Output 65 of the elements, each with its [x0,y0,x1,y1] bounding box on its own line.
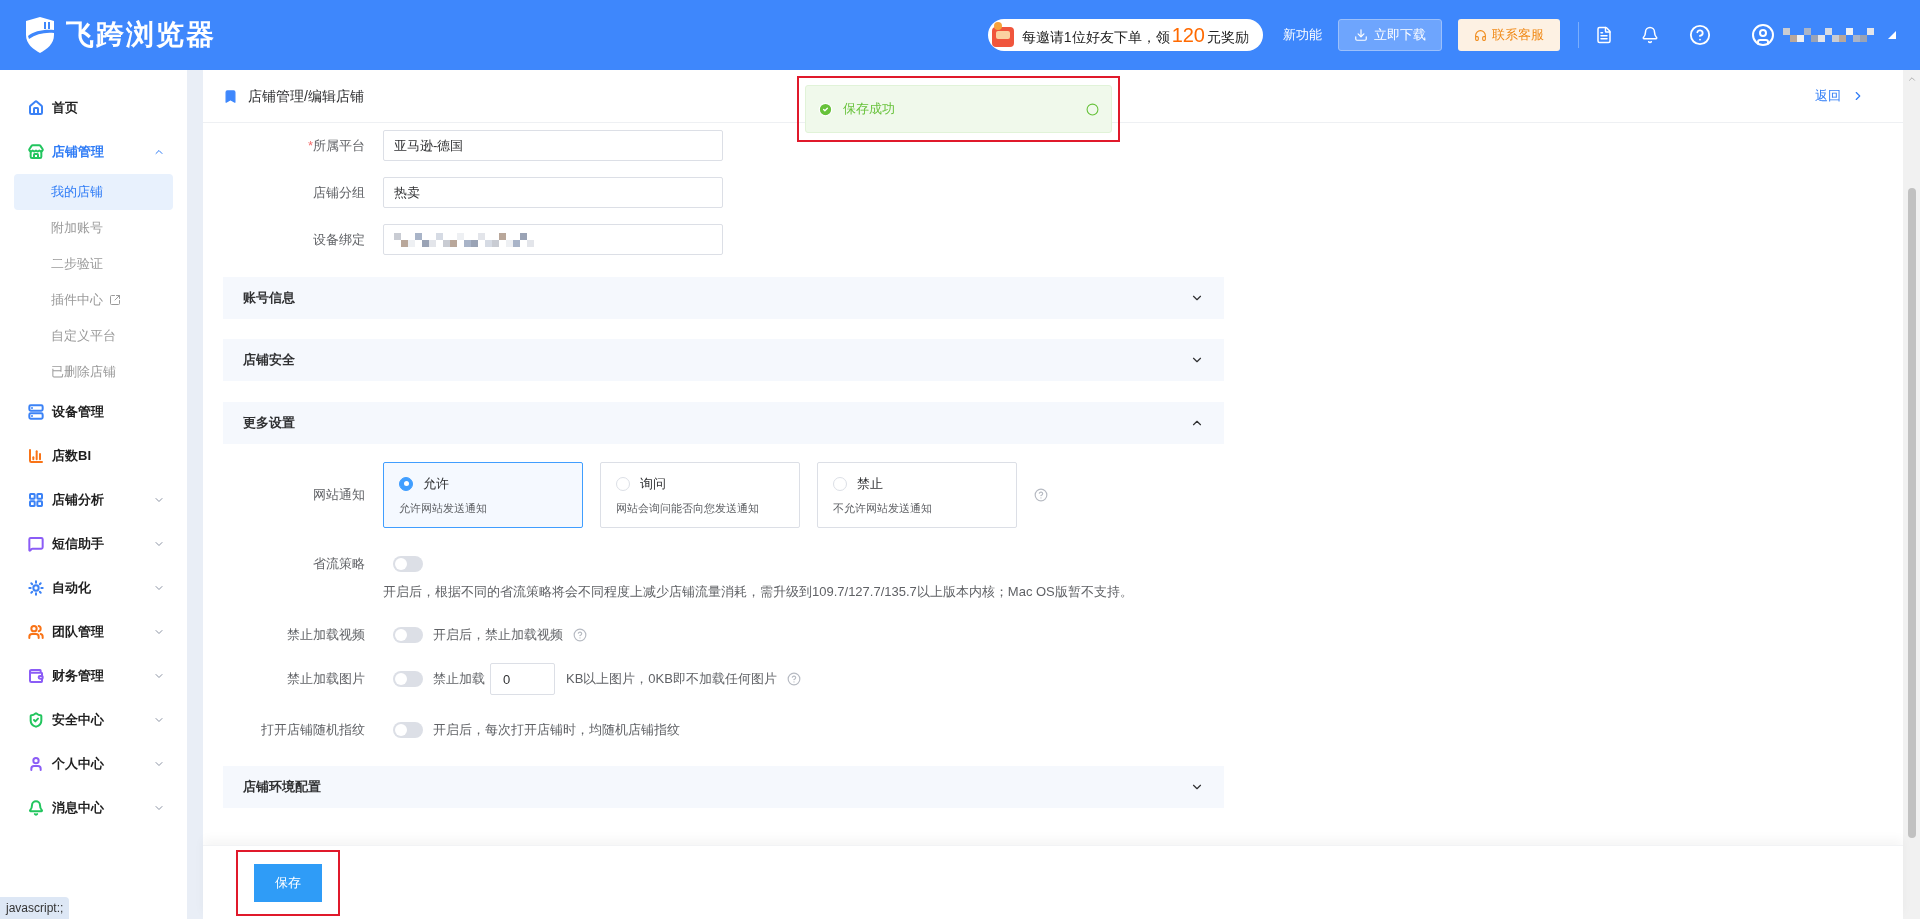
setting-label: 省流策略 [312,555,366,574]
toggle-switch[interactable] [393,722,423,738]
text-field[interactable]: 热卖 [383,177,723,208]
field-label: 设备绑定 [312,230,366,249]
promo-banner[interactable]: 每邀请1位好友下单，领 120 元奖励 [987,19,1263,51]
sidebar-item[interactable]: 首页 [14,86,173,130]
sidebar-item[interactable]: 店铺管理 [14,130,173,174]
logo-text: 飞跨浏览器 [66,18,216,52]
setting-label: 禁止加载视频 [286,626,366,645]
check-icon [818,101,833,117]
section-header[interactable]: 店铺安全 [223,339,1224,381]
sidebar-item[interactable]: 消息中心 [14,786,173,830]
sidebar-subitem[interactable]: 我的店铺 [14,174,173,210]
help-icon[interactable] [786,672,801,686]
setting-note: 开启后，禁止加载视频 [433,626,563,645]
radio-card[interactable]: 禁止 不允许网站发送通知 [817,462,1017,528]
radio-card[interactable]: 允许 允许网站发送通知 [383,462,583,528]
field-label: *所属平台 [306,136,366,155]
sidebar-item[interactable]: 自动化 [14,566,173,610]
setting-label: 网站通知 [312,486,366,505]
sidebar-item[interactable]: 短信助手 [14,522,173,566]
scroll-up-icon[interactable] [1906,74,1917,84]
back-link[interactable]: 返回 [1815,86,1865,106]
sidebar-item[interactable]: 团队管理 [14,610,173,654]
sidebar-item[interactable]: 财务管理 [14,654,173,698]
text-field[interactable]: 亚马逊-德国 [383,130,723,161]
toggle-switch[interactable] [393,671,423,687]
size-field[interactable]: 0 [490,663,555,695]
help-icon[interactable] [573,628,587,642]
setting-note: 禁止加载 [433,670,485,689]
field-label: 店铺分组 [312,183,366,202]
sidebar-item[interactable]: 设备管理 [14,390,173,434]
scroll-thumb[interactable] [1907,188,1916,838]
setting-note: 开启后，每次打开店铺时，均随机店铺指纹 [433,721,680,740]
toggle-switch[interactable] [393,556,423,572]
circle-icon[interactable] [1086,102,1099,116]
shield-logo-icon [24,17,56,53]
toggle-switch[interactable] [393,627,423,643]
sidebar-item[interactable]: 店铺分析 [14,478,173,522]
promo-text: 每邀请1位好友下单，领 120 元奖励 [1021,23,1249,48]
bookmark-icon [223,88,238,104]
scrollbar[interactable] [1903,70,1920,919]
device-field[interactable] [383,224,723,255]
setting-note: KB以上图片，0KB即不加载任何图片 [566,670,777,689]
help-icon[interactable] [1034,488,1048,502]
sidebar-item[interactable]: 安全中心 [14,698,173,742]
breadcrumb: 店铺管理/编辑店铺 [248,86,364,106]
setting-note: 开启后，根据不同的省流策略将会不同程度上减少店铺流量消耗，需升级到109.7/127.7/135.7以上版本内核；Mac OS版暂不支持。 [383,583,1134,601]
download-icon [1354,28,1368,42]
status-tooltip: javascript:; [0,897,70,919]
avatar-icon[interactable] [1751,23,1775,47]
sidebar-item[interactable]: 店数BI [14,434,173,478]
gift-icon [989,21,1016,49]
radio-card[interactable]: 询问 网站会询问能否向您发送通知 [600,462,800,528]
section-header[interactable]: 账号信息 [223,277,1224,319]
bell-icon[interactable] [1641,26,1659,44]
toast-message: 保存成功 [843,100,896,119]
section-header[interactable]: 更多设置 [223,402,1224,444]
setting-label: 打开店铺随机指纹 [260,721,366,740]
corner-arrow-icon[interactable] [1888,31,1896,39]
notes-icon[interactable] [1595,26,1613,44]
section-header[interactable]: 店铺环境配置 [223,766,1224,808]
headset-icon [1474,28,1487,42]
setting-label: 禁止加载图片 [286,670,366,689]
sidebar-item[interactable]: 个人中心 [14,742,173,786]
